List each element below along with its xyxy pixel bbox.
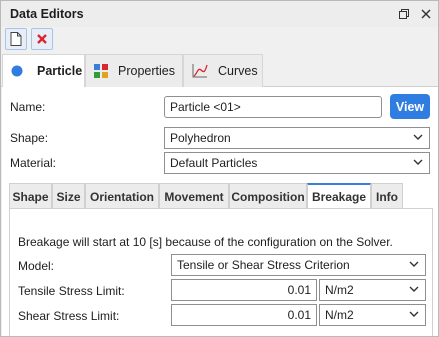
chevron-down-icon (409, 286, 419, 292)
chevron-down-icon (409, 311, 419, 317)
subtab-shape[interactable]: Shape (9, 183, 52, 209)
tab-particle-label: Particle (37, 64, 83, 78)
sub-tab-bar: Shape Size Orientation Movement Composit… (9, 183, 433, 209)
material-select[interactable]: Default Particles (164, 152, 430, 174)
model-select[interactable]: Tensile or Shear Stress Criterion (171, 254, 426, 276)
tab-curves-label: Curves (218, 64, 258, 78)
material-label: Material: (10, 156, 57, 170)
subtab-breakage[interactable]: Breakage (307, 183, 371, 209)
subtab-composition[interactable]: Composition (229, 183, 307, 209)
tensile-unit-select[interactable]: N/m2 (319, 279, 426, 301)
subtab-orientation[interactable]: Orientation (85, 183, 159, 209)
subtab-info[interactable]: Info (371, 183, 403, 209)
subtab-composition-label: Composition (231, 189, 305, 204)
shear-label: Shear Stress Limit: (18, 309, 120, 323)
restore-icon[interactable] (397, 7, 411, 21)
subtab-breakage-label: Breakage (311, 190, 367, 204)
model-label: Model: (18, 259, 55, 273)
delete-button[interactable] (31, 28, 53, 50)
breakage-panel: Breakage will start at 10 [s] because of… (9, 208, 433, 336)
shape-select-value: Polyhedron (170, 131, 231, 145)
chevron-down-icon (413, 159, 423, 165)
shape-select[interactable]: Polyhedron (164, 127, 430, 149)
tensile-input-value: 0.01 (287, 283, 311, 297)
subtab-movement[interactable]: Movement (159, 183, 229, 209)
shear-unit-select[interactable]: N/m2 (319, 304, 426, 326)
blue-circle-icon (11, 65, 23, 77)
tensile-unit-value: N/m2 (325, 283, 354, 297)
shear-input-value: 0.01 (287, 308, 311, 322)
subtab-info-label: Info (376, 189, 398, 204)
name-input-value: Particle <01> (170, 100, 241, 114)
main-tab-bar: Particle Properties Curves (1, 54, 438, 87)
data-editors-panel: Data Editors Particle Properties Curves … (0, 0, 439, 337)
view-button[interactable]: View (390, 94, 430, 119)
window-title: Data Editors (10, 7, 84, 21)
editor-content: Name: Particle <01> View Shape: Polyhedr… (2, 87, 438, 336)
document-icon (10, 32, 22, 46)
shear-unit-value: N/m2 (325, 308, 354, 322)
tab-particle[interactable]: Particle (2, 54, 85, 87)
shape-label: Shape: (10, 131, 49, 145)
breakage-info-text: Breakage will start at 10 [s] because of… (18, 235, 393, 249)
curve-chart-icon (192, 64, 208, 78)
tab-curves[interactable]: Curves (183, 54, 263, 87)
tensile-input[interactable]: 0.01 (171, 279, 317, 301)
shear-input[interactable]: 0.01 (171, 304, 317, 326)
title-bar: Data Editors (1, 1, 438, 27)
name-input[interactable]: Particle <01> (164, 96, 382, 118)
close-icon[interactable] (419, 7, 433, 21)
name-label: Name: (10, 100, 46, 114)
red-x-icon (37, 34, 47, 44)
material-select-value: Default Particles (170, 156, 258, 170)
subtab-orientation-label: Orientation (89, 189, 154, 204)
subtab-size[interactable]: Size (52, 183, 85, 209)
subtab-movement-label: Movement (164, 189, 224, 204)
model-select-value: Tensile or Shear Stress Criterion (177, 258, 350, 272)
view-button-label: View (395, 99, 425, 114)
tensile-label: Tensile Stress Limit: (18, 284, 125, 298)
grid-icon (94, 64, 108, 78)
chevron-down-icon (409, 261, 419, 267)
subtab-size-label: Size (56, 189, 81, 204)
tab-properties-label: Properties (118, 64, 175, 78)
new-button[interactable] (5, 28, 27, 50)
chevron-down-icon (413, 134, 423, 140)
tab-properties[interactable]: Properties (85, 54, 183, 87)
subtab-shape-label: Shape (12, 189, 49, 204)
